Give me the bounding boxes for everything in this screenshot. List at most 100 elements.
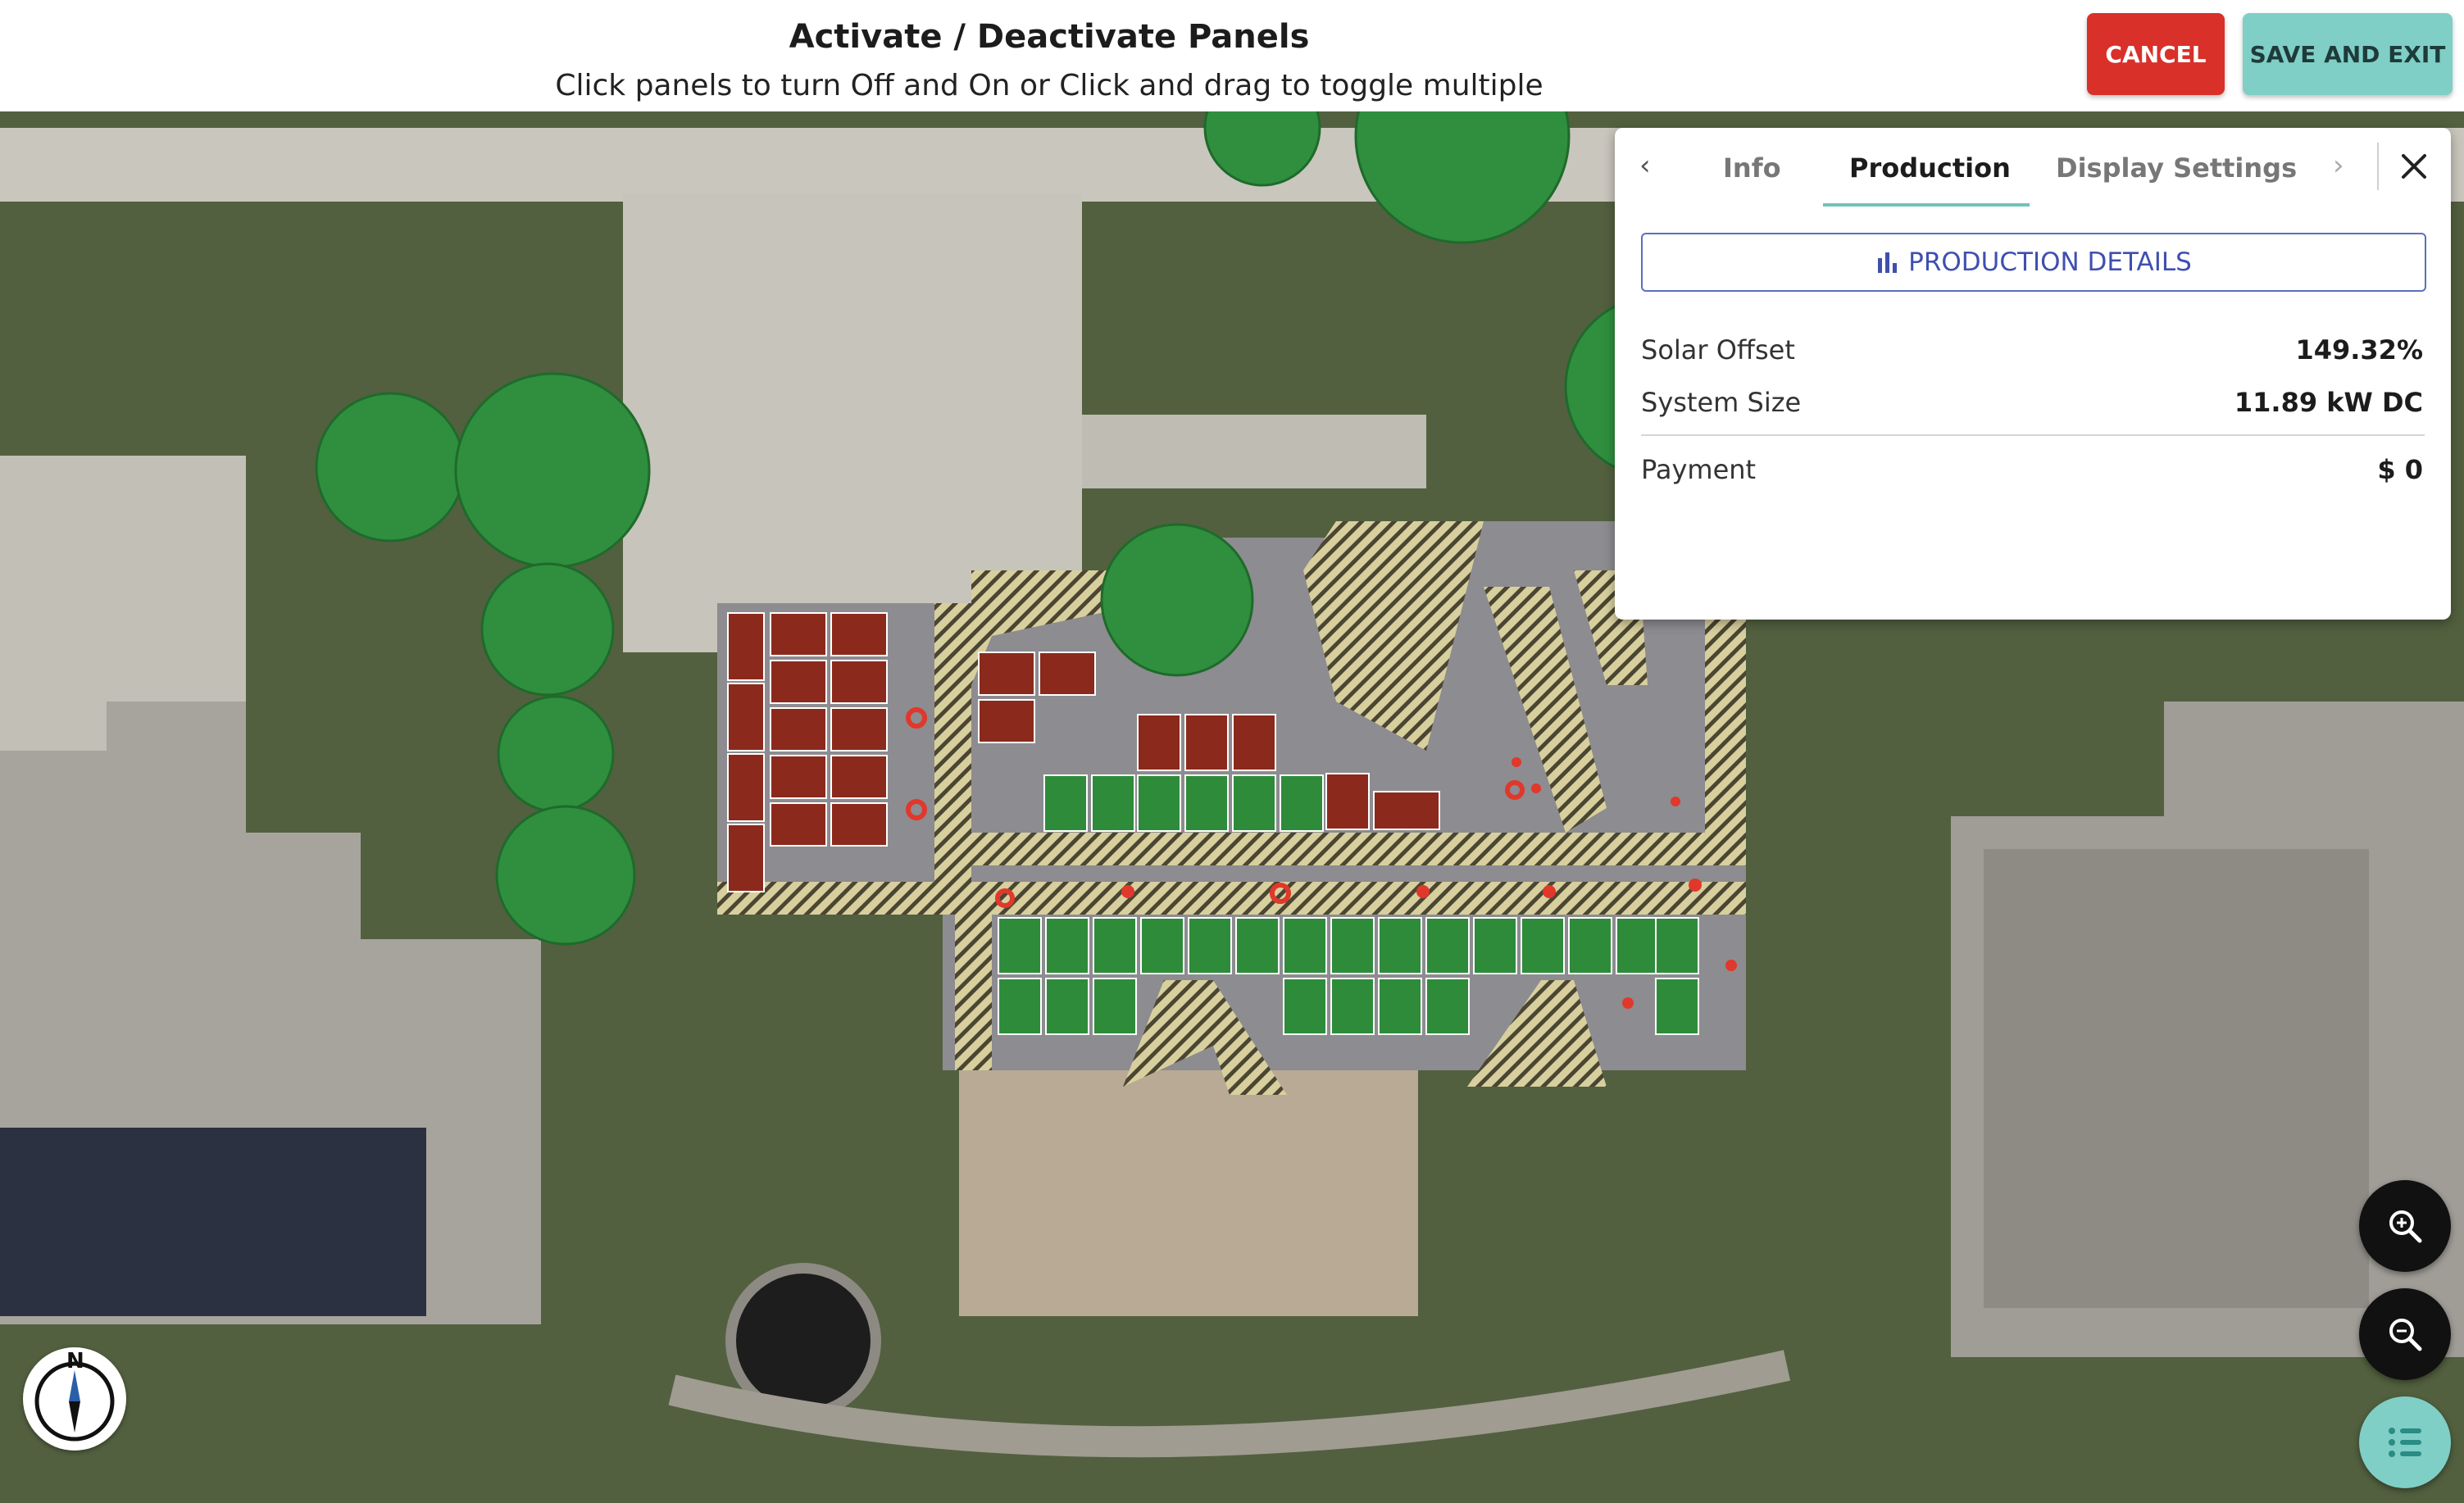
solar-panel-inactive[interactable]: [830, 660, 888, 704]
neighbor-roof-ridge: [1984, 849, 2369, 1308]
solar-panel-active[interactable]: [998, 917, 1042, 974]
vent-dot: [1622, 997, 1634, 1009]
solar-panel-active[interactable]: [1093, 917, 1137, 974]
solar-panel-active[interactable]: [1425, 978, 1470, 1035]
solar-panel-active[interactable]: [1473, 917, 1517, 974]
solar-panel-active[interactable]: [1655, 917, 1699, 974]
solar-panel-active[interactable]: [1091, 774, 1135, 832]
tab-production[interactable]: Production: [1849, 152, 2011, 184]
vent-dot: [1416, 885, 1430, 898]
chevron-left-icon[interactable]: ‹: [1639, 149, 1651, 182]
page-instructions: Click panels to turn Off and On or Click…: [555, 69, 1543, 102]
layers-list-button[interactable]: [2359, 1396, 2451, 1488]
solar-panel-inactive[interactable]: [830, 802, 888, 847]
system-size-value: 11.89 kW DC: [2234, 387, 2423, 418]
solar-panel-active[interactable]: [1045, 917, 1089, 974]
vent-dot: [1725, 960, 1737, 971]
chevron-right-icon[interactable]: ›: [2333, 149, 2344, 182]
tab-info[interactable]: Info: [1723, 152, 1781, 184]
tree: [495, 805, 636, 946]
solar-panel-active[interactable]: [1043, 774, 1088, 832]
solar-panel-inactive[interactable]: [978, 652, 1035, 696]
neighbor-solar-array: [0, 1128, 426, 1316]
solar-panel-inactive[interactable]: [1373, 791, 1440, 830]
zoom-out-icon: [2389, 1319, 2422, 1351]
solar-panel-inactive[interactable]: [830, 707, 888, 752]
solar-panel-inactive[interactable]: [1039, 652, 1096, 696]
vent-dot: [1512, 757, 1521, 767]
solar-panel-active[interactable]: [1283, 978, 1327, 1035]
walkway: [1082, 415, 1426, 488]
system-size-label: System Size: [1641, 387, 1802, 418]
solar-panel-inactive[interactable]: [770, 707, 827, 752]
solar-panel-active[interactable]: [1330, 978, 1375, 1035]
save-and-exit-button[interactable]: SAVE AND EXIT: [2243, 13, 2453, 95]
zoom-out-button[interactable]: [2359, 1288, 2451, 1380]
solar-panel-active[interactable]: [1283, 917, 1327, 974]
compass[interactable]: N: [23, 1347, 126, 1451]
tree: [497, 695, 615, 813]
solar-panel-inactive[interactable]: [727, 824, 765, 892]
solar-panel-inactive[interactable]: [1184, 714, 1229, 771]
vent-dot: [1531, 783, 1541, 793]
solar-panel-active[interactable]: [1425, 917, 1470, 974]
solar-panel-active[interactable]: [1378, 917, 1422, 974]
solar-panel-active[interactable]: [1655, 978, 1699, 1035]
bar-chart-icon: [1878, 252, 1898, 273]
solar-panel-active[interactable]: [1188, 917, 1232, 974]
active-tab-indicator: [1823, 203, 2030, 207]
solar-panel-active[interactable]: [1232, 774, 1276, 832]
compass-north-label: N: [66, 1349, 84, 1374]
solar-panel-active[interactable]: [1140, 917, 1184, 974]
solar-panel-active[interactable]: [998, 978, 1042, 1035]
solar-panel-active[interactable]: [1521, 917, 1565, 974]
solar-panel-active[interactable]: [1093, 978, 1137, 1035]
setback-zone: [934, 833, 1746, 865]
tab-display-settings[interactable]: Display Settings: [2056, 152, 2297, 184]
solar-panel-active[interactable]: [1280, 774, 1324, 832]
divider: [2377, 143, 2379, 190]
close-icon-graphic: [2402, 154, 2426, 179]
solar-panel-active[interactable]: [1184, 774, 1229, 832]
panel-tab-bar: ‹ Info Production Display Settings ›: [1615, 128, 2451, 207]
solar-offset-value: 149.32%: [2295, 334, 2423, 366]
solar-panel-inactive[interactable]: [830, 612, 888, 656]
solar-panel-active[interactable]: [1330, 917, 1375, 974]
page-title: Activate / Deactivate Panels: [789, 18, 1310, 56]
list-icon: [2389, 1428, 2421, 1457]
solar-panel-active[interactable]: [1045, 978, 1089, 1035]
cancel-button[interactable]: CANCEL: [2087, 13, 2225, 95]
zoom-in-button[interactable]: [2359, 1180, 2451, 1272]
solar-panel-active[interactable]: [1568, 917, 1612, 974]
solar-panel-inactive[interactable]: [727, 683, 765, 752]
divider: [1641, 434, 2425, 436]
vent-dot: [1671, 797, 1680, 806]
solar-panel-inactive[interactable]: [770, 660, 827, 704]
patio: [959, 1046, 1418, 1316]
solar-panel-inactive[interactable]: [770, 612, 827, 656]
close-icon[interactable]: [2394, 143, 2434, 188]
vent-dot: [1689, 879, 1702, 892]
setback-zone: [955, 915, 992, 1070]
top-bar: Activate / Deactivate Panels Click panel…: [0, 0, 2464, 111]
production-details-button[interactable]: PRODUCTION DETAILS: [1641, 233, 2426, 292]
solar-panel-inactive[interactable]: [1137, 714, 1181, 771]
solar-panel-inactive[interactable]: [770, 802, 827, 847]
solar-panel-active[interactable]: [1616, 917, 1660, 974]
payment-value: $ 0: [2377, 454, 2423, 485]
solar-panel-inactive[interactable]: [727, 612, 765, 681]
vent-dot: [1543, 885, 1556, 898]
solar-panel-inactive[interactable]: [727, 753, 765, 822]
solar-panel-active[interactable]: [1137, 774, 1181, 832]
solar-panel-active[interactable]: [1235, 917, 1280, 974]
solar-panel-active[interactable]: [1378, 978, 1422, 1035]
tree: [480, 562, 615, 697]
solar-panel-inactive[interactable]: [978, 699, 1035, 743]
setback-zone: [717, 882, 1746, 915]
solar-panel-inactive[interactable]: [770, 755, 827, 799]
solar-panel-inactive[interactable]: [1325, 773, 1370, 830]
solar-panel-inactive[interactable]: [1232, 714, 1276, 771]
solar-panel-inactive[interactable]: [830, 755, 888, 799]
payment-label: Payment: [1641, 454, 1757, 485]
tree: [454, 372, 651, 569]
